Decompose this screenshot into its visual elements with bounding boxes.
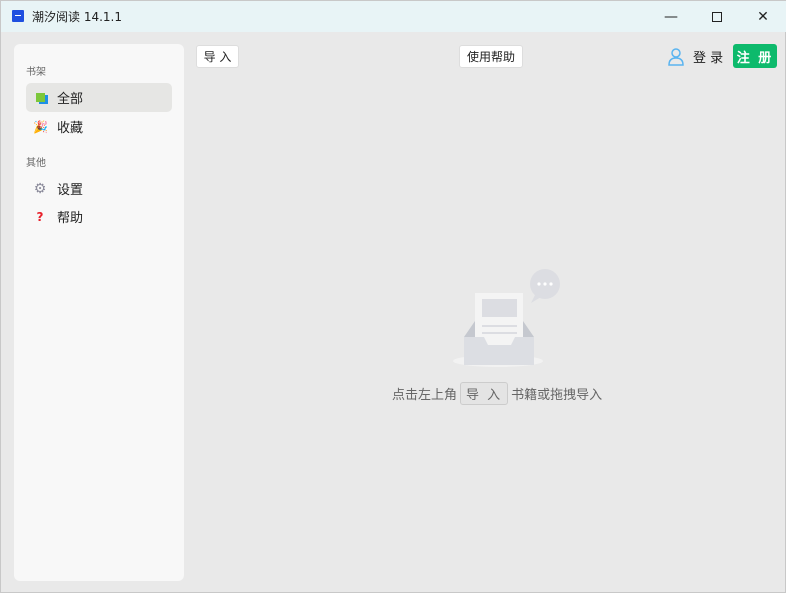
question-icon: ? bbox=[36, 209, 44, 224]
login-label: 登 录 bbox=[693, 51, 724, 66]
gear-icon: ⚙ bbox=[33, 180, 47, 197]
user-icon bbox=[668, 47, 684, 66]
sidebar-item-all[interactable]: 全部 bbox=[26, 83, 172, 112]
help-button[interactable]: 使用帮助 bbox=[459, 45, 523, 68]
hint-text-after: 书籍或拖拽导入 bbox=[511, 388, 603, 403]
sidebar-item-label: 帮助 bbox=[57, 211, 84, 226]
section-shelf: 书架 bbox=[26, 67, 46, 78]
hint-text-before: 点击左上角 bbox=[392, 388, 458, 403]
minimize-button[interactable]: — bbox=[648, 1, 694, 32]
sidebar: 书架 全部 🎉 收藏 其他 ⚙ 设置 ? 帮助 bbox=[14, 44, 184, 581]
sidebar-item-label: 全部 bbox=[57, 92, 84, 107]
party-popper-icon: 🎉 bbox=[33, 119, 48, 134]
empty-hint: 点击左上角 导 入 书籍或拖拽导入 bbox=[392, 382, 602, 405]
app-logo-icon bbox=[12, 10, 24, 22]
empty-inbox-icon bbox=[453, 269, 560, 367]
sidebar-item-label: 收藏 bbox=[57, 121, 84, 136]
login-button[interactable]: 登 录 bbox=[668, 47, 723, 66]
window-title: 潮汐阅读 14.1.1 bbox=[32, 10, 122, 24]
sidebar-item-favorites[interactable]: 🎉 收藏 bbox=[26, 112, 172, 141]
section-other: 其他 bbox=[26, 158, 46, 169]
hint-import-key: 导 入 bbox=[460, 382, 509, 405]
sidebar-item-label: 设置 bbox=[57, 183, 84, 198]
title-bar: 潮汐阅读 14.1.1 — ✕ bbox=[1, 1, 786, 32]
sidebar-item-help[interactable]: ? 帮助 bbox=[26, 202, 172, 231]
close-button[interactable]: ✕ bbox=[740, 1, 786, 32]
books-icon bbox=[33, 91, 47, 105]
register-button[interactable]: 注 册 bbox=[733, 44, 777, 68]
sidebar-item-settings[interactable]: ⚙ 设置 bbox=[26, 174, 172, 203]
maximize-button[interactable] bbox=[694, 1, 740, 32]
import-button[interactable]: 导 入 bbox=[196, 45, 239, 68]
